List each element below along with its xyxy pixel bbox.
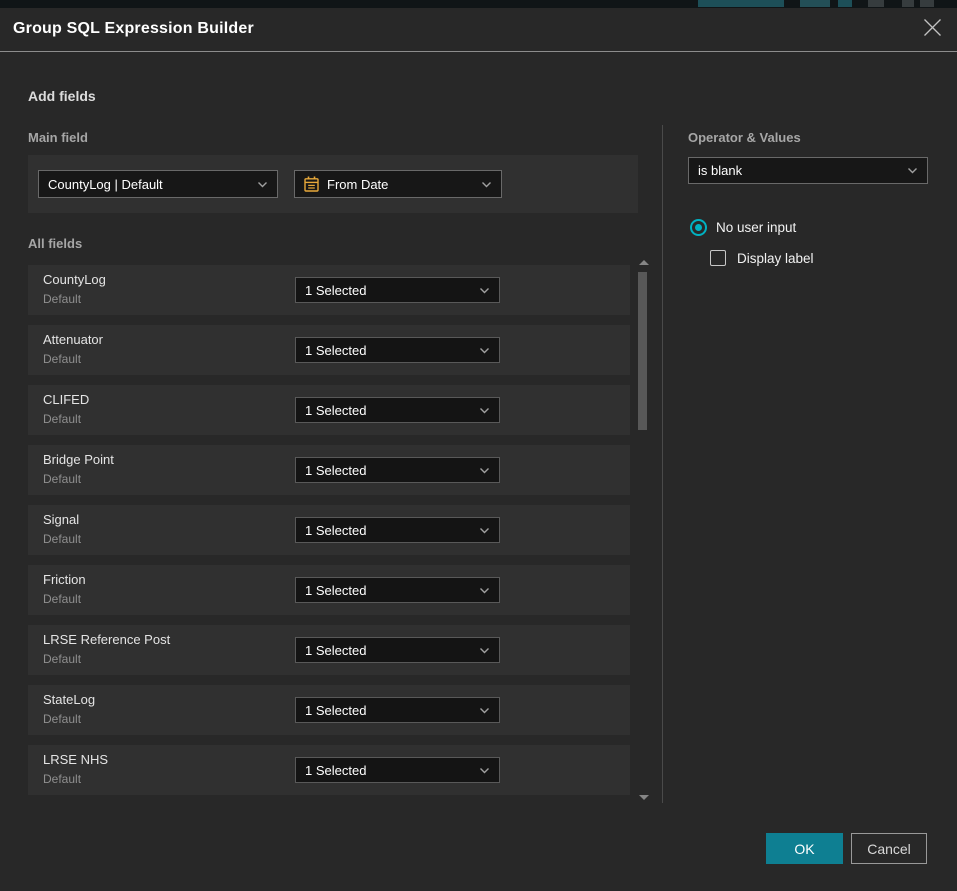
field-selected-dropdown[interactable]: 1 Selected [295, 637, 500, 663]
chevron-down-icon [473, 181, 492, 188]
triangle-up-icon[interactable] [639, 260, 649, 265]
chevron-down-icon [471, 287, 490, 294]
field-row-lrse-reference-post: LRSE Reference Post Default 1 Selected [28, 625, 630, 675]
background-fragment [902, 0, 914, 7]
scrollbar-thumb[interactable] [638, 272, 647, 430]
field-subtitle: Default [43, 532, 81, 546]
background-fragment [868, 0, 884, 7]
field-name: Attenuator [43, 332, 103, 347]
field-selected-dropdown[interactable]: 1 Selected [295, 337, 500, 363]
field-name: Bridge Point [43, 452, 114, 467]
checkbox-label: Display label [737, 251, 814, 266]
field-name: StateLog [43, 692, 95, 707]
checkbox-icon [710, 250, 726, 266]
cancel-button[interactable]: Cancel [851, 833, 927, 864]
display-label-checkbox[interactable]: Display label [710, 250, 814, 266]
field-subtitle: Default [43, 292, 81, 306]
calendar-icon [304, 176, 319, 192]
radio-icon [690, 219, 707, 236]
chevron-down-icon [471, 347, 490, 354]
field-name: CLIFED [43, 392, 89, 407]
operator-select-value: is blank [698, 163, 742, 178]
field-selected-dropdown[interactable]: 1 Selected [295, 397, 500, 423]
layer-select-dropdown[interactable]: CountyLog | Default [38, 170, 278, 198]
chevron-down-icon [471, 647, 490, 654]
field-row-lrse-nhs: LRSE NHS Default 1 Selected [28, 745, 630, 795]
background-fragment [920, 0, 934, 7]
dialog-titlebar: Group SQL Expression Builder [0, 8, 957, 52]
field-selected-dropdown[interactable]: 1 Selected [295, 577, 500, 603]
dialog-title: Group SQL Expression Builder [13, 20, 254, 38]
field-subtitle: Default [43, 472, 81, 486]
close-icon [923, 18, 942, 42]
field-subtitle: Default [43, 592, 81, 606]
background-fragment [800, 0, 830, 7]
chevron-down-icon [471, 707, 490, 714]
field-name: Signal [43, 512, 79, 527]
triangle-down-icon[interactable] [639, 795, 649, 800]
field-name: LRSE NHS [43, 752, 108, 767]
field-selected-dropdown[interactable]: 1 Selected [295, 457, 500, 483]
group-sql-expression-builder-dialog: Group SQL Expression Builder Add fields … [0, 8, 957, 891]
field-selected-dropdown[interactable]: 1 Selected [295, 277, 500, 303]
field-subtitle: Default [43, 712, 81, 726]
field-row-clifed: CLIFED Default 1 Selected [28, 385, 630, 435]
close-button[interactable] [920, 18, 944, 42]
no-user-input-radio[interactable]: No user input [690, 219, 796, 236]
chevron-down-icon [471, 527, 490, 534]
field-row-signal: Signal Default 1 Selected [28, 505, 630, 555]
field-subtitle: Default [43, 412, 81, 426]
field-subtitle: Default [43, 772, 81, 786]
panel-divider [662, 125, 663, 803]
chevron-down-icon [471, 407, 490, 414]
field-subtitle: Default [43, 352, 81, 366]
main-field-panel: CountyLog | Default From Date [28, 155, 638, 213]
field-select-value: From Date [327, 177, 388, 192]
ok-button[interactable]: OK [766, 833, 843, 864]
operator-values-label: Operator & Values [688, 130, 801, 145]
field-row-statelog: StateLog Default 1 Selected [28, 685, 630, 735]
field-selected-dropdown[interactable]: 1 Selected [295, 697, 500, 723]
field-selected-dropdown[interactable]: 1 Selected [295, 517, 500, 543]
chevron-down-icon [249, 181, 268, 188]
chevron-down-icon [899, 167, 918, 174]
field-name: Friction [43, 572, 86, 587]
operator-select-dropdown[interactable]: is blank [688, 157, 928, 184]
radio-label: No user input [716, 220, 796, 235]
background-app-strip [0, 0, 957, 8]
field-selected-dropdown[interactable]: 1 Selected [295, 757, 500, 783]
chevron-down-icon [471, 467, 490, 474]
chevron-down-icon [471, 767, 490, 774]
field-select-dropdown[interactable]: From Date [294, 170, 502, 198]
background-fragment [838, 0, 852, 7]
main-field-label: Main field [28, 130, 88, 145]
field-subtitle: Default [43, 652, 81, 666]
field-row-bridge-point: Bridge Point Default 1 Selected [28, 445, 630, 495]
background-fragment [698, 0, 784, 7]
all-fields-label: All fields [28, 236, 82, 251]
chevron-down-icon [471, 587, 490, 594]
layer-select-value: CountyLog | Default [48, 177, 163, 192]
field-row-friction: Friction Default 1 Selected [28, 565, 630, 615]
field-row-countylog: CountyLog Default 1 Selected [28, 265, 630, 315]
field-row-attenuator: Attenuator Default 1 Selected [28, 325, 630, 375]
add-fields-heading: Add fields [28, 88, 96, 104]
field-name: LRSE Reference Post [43, 632, 170, 647]
field-name: CountyLog [43, 272, 106, 287]
